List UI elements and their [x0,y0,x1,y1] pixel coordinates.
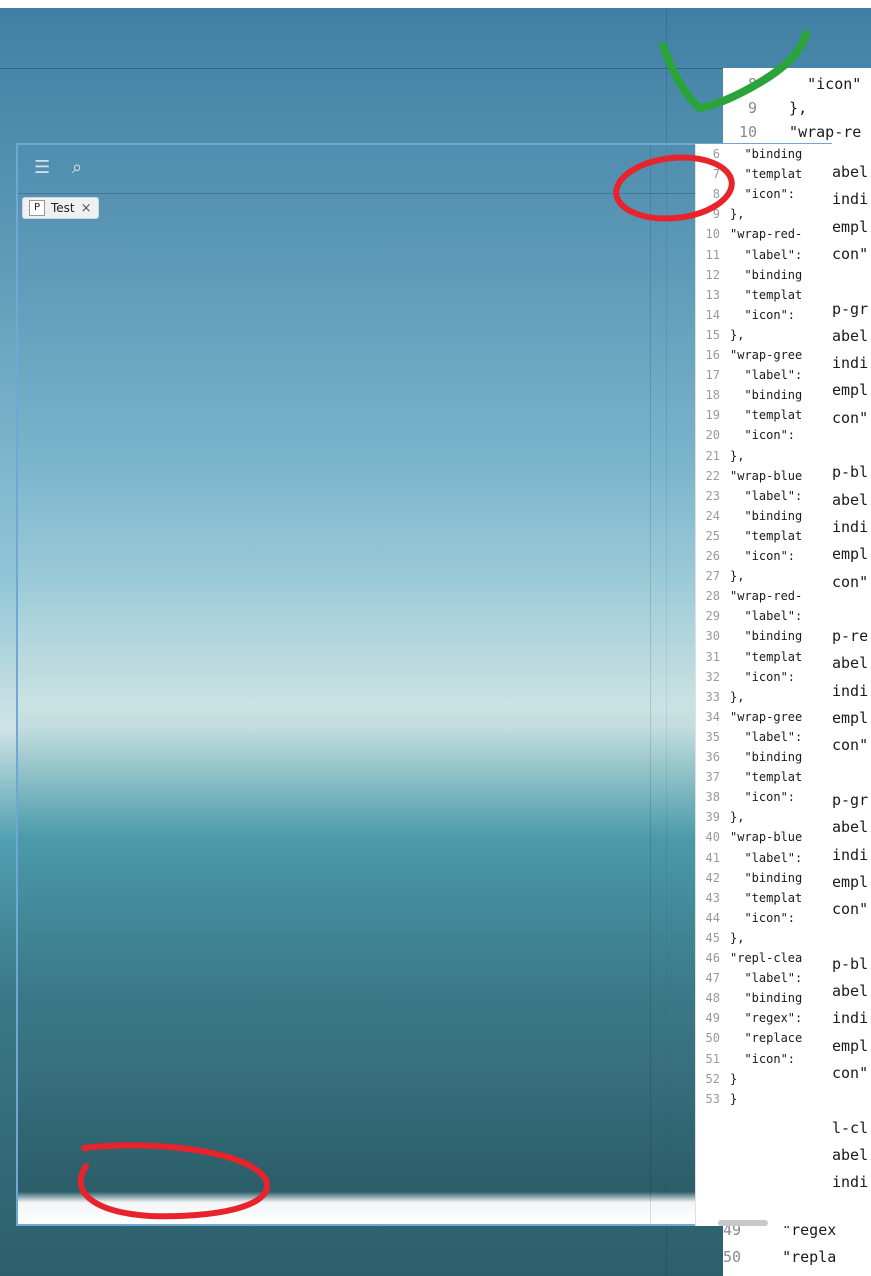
annotation-layer [77,30,810,1220]
green-checkmark-annotation [659,30,810,113]
red-circle-annotation-top [613,154,735,222]
red-circle-annotation-bottom [77,1142,270,1220]
